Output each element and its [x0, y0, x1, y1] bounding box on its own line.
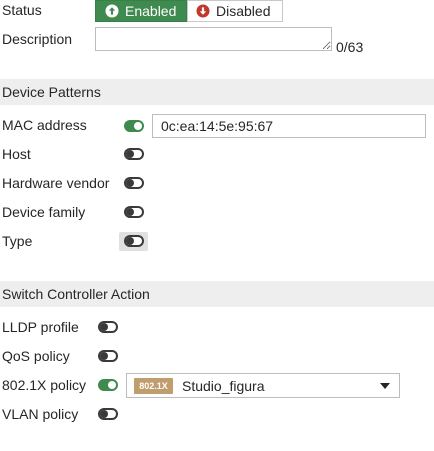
arrow-down-circle-icon	[196, 4, 210, 18]
dot1x-policy-select[interactable]: 802.1X Studio_figura	[126, 373, 400, 398]
caret-down-icon	[380, 383, 390, 389]
hardware-vendor-toggle[interactable]	[124, 177, 144, 189]
qos-policy-toggle[interactable]	[98, 350, 118, 362]
toggle-knob	[126, 208, 134, 216]
toggle-knob	[100, 323, 108, 331]
description-counter: 0/63	[336, 39, 364, 55]
host-toggle[interactable]	[124, 148, 144, 160]
toggle-knob	[100, 410, 108, 418]
description-field[interactable]	[95, 27, 332, 51]
device-patterns-title: Device Patterns	[2, 84, 101, 100]
dot1x-policy-selected: Studio_figura	[182, 377, 265, 394]
device-family-toggle[interactable]	[124, 206, 144, 218]
device-patterns-header: Device Patterns	[0, 79, 434, 105]
mac-address-input[interactable]	[152, 114, 426, 138]
status-disabled-label: Disabled	[216, 3, 271, 19]
vlan-policy-toggle[interactable]	[98, 408, 118, 420]
toggle-knob	[108, 381, 116, 389]
host-label: Host	[2, 146, 31, 162]
description-label: Description	[2, 31, 73, 47]
mac-address-label: MAC address	[2, 117, 87, 133]
status-label: Status	[2, 2, 42, 18]
qos-policy-label: QoS policy	[2, 348, 70, 364]
toggle-knob	[126, 150, 134, 158]
hardware-vendor-label: Hardware vendor	[2, 175, 110, 191]
device-family-label: Device family	[2, 204, 86, 220]
lldp-profile-toggle[interactable]	[98, 321, 118, 333]
vlan-policy-label: VLAN policy	[2, 406, 79, 422]
switch-controller-action-title: Switch Controller Action	[2, 286, 150, 302]
dot1x-policy-label: 802.1X policy	[2, 377, 87, 393]
mac-address-toggle[interactable]	[124, 120, 144, 132]
switch-controller-action-header: Switch Controller Action	[0, 281, 434, 307]
dot1x-badge: 802.1X	[134, 377, 173, 394]
toggle-knob	[134, 122, 142, 130]
type-label: Type	[2, 233, 33, 249]
toggle-knob	[126, 237, 134, 245]
toggle-knob	[126, 179, 134, 187]
dot1x-policy-toggle[interactable]	[98, 379, 118, 391]
type-toggle[interactable]	[124, 235, 144, 247]
arrow-up-circle-icon	[105, 4, 119, 18]
status-disabled-button[interactable]: Disabled	[187, 0, 283, 22]
lldp-profile-label: LLDP profile	[2, 319, 79, 335]
status-enabled-button[interactable]: Enabled	[95, 0, 187, 22]
toggle-knob	[100, 352, 108, 360]
status-enabled-label: Enabled	[125, 3, 177, 19]
